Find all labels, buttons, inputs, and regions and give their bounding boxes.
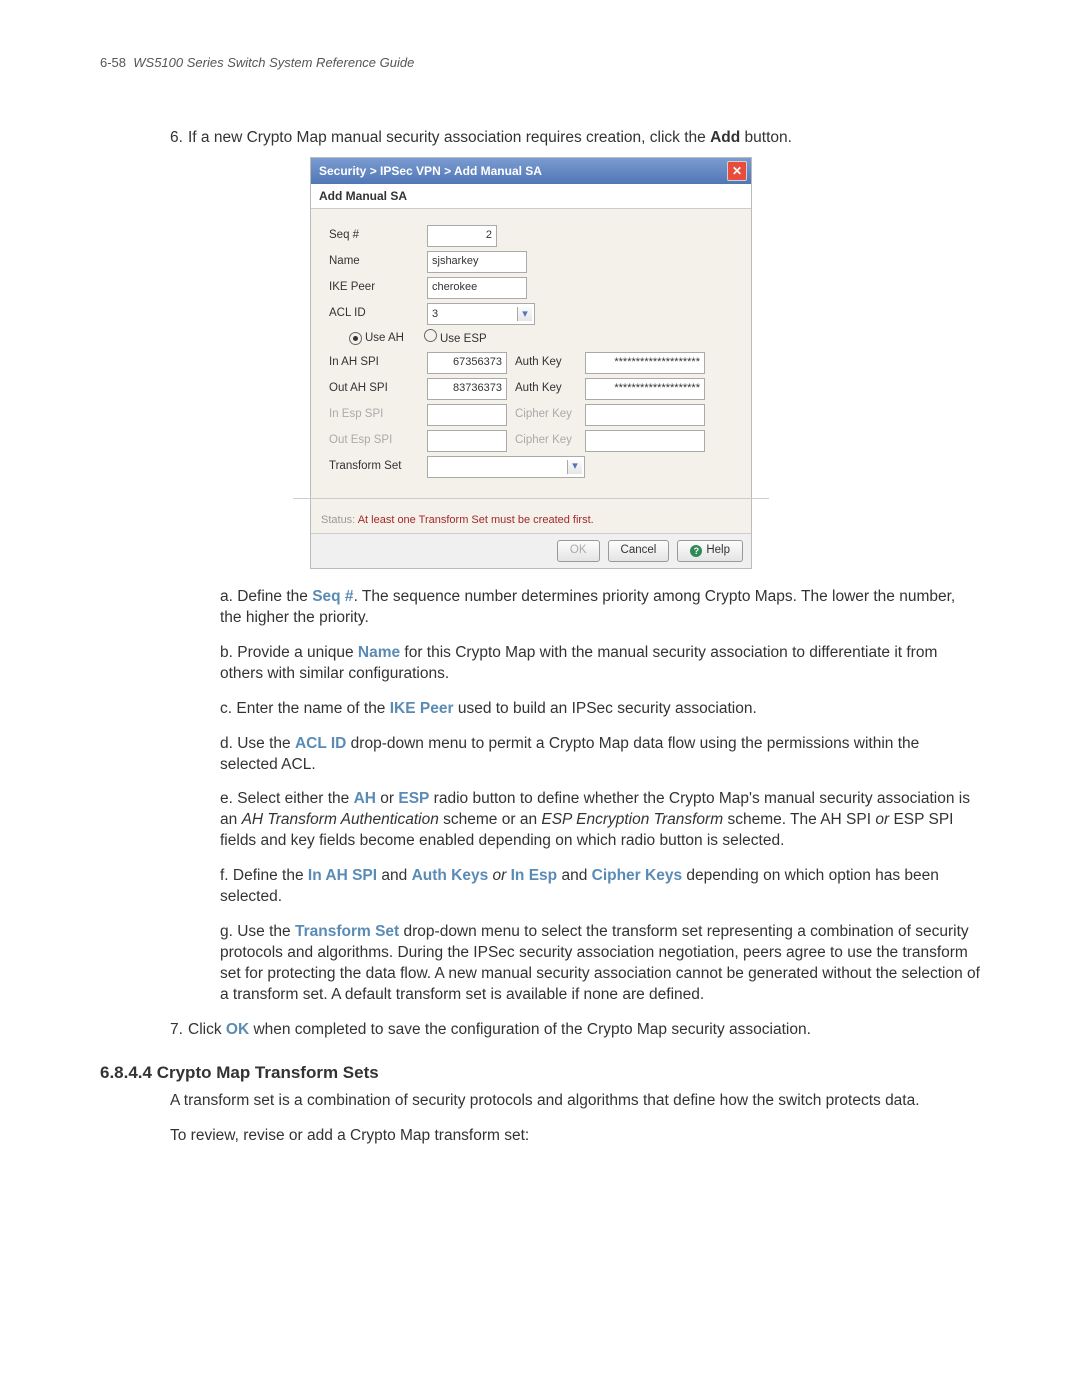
use-ah-radio[interactable]: Use AH	[349, 331, 404, 347]
add-manual-sa-dialog: Security > IPSec VPN > Add Manual SA ✕ A…	[310, 157, 752, 569]
page-number: 6-58	[100, 55, 126, 70]
use-esp-radio[interactable]: Use ESP	[424, 329, 487, 348]
breadcrumb: Security > IPSec VPN > Add Manual SA	[319, 163, 542, 179]
step-6: 6.If a new Crypto Map manual security as…	[170, 128, 980, 1006]
substep-d: d. Use the ACL ID drop-down menu to perm…	[220, 734, 980, 776]
in-esp-spi-label: In Esp SPI	[329, 407, 419, 423]
status-message: Status: At least one Transform Set must …	[311, 507, 751, 534]
dialog-titlebar: Security > IPSec VPN > Add Manual SA ✕	[311, 158, 751, 184]
in-esp-cipher-label: Cipher Key	[515, 407, 577, 423]
ike-peer-input[interactable]: cherokee	[427, 277, 527, 299]
out-ah-authkey-label: Auth Key	[515, 381, 577, 397]
substep-e: e. Select either the AH or ESP radio but…	[220, 789, 980, 852]
substep-c: c. Enter the name of the IKE Peer used t…	[220, 699, 980, 720]
transform-set-label: Transform Set	[329, 459, 419, 475]
out-esp-spi-label: Out Esp SPI	[329, 433, 419, 449]
ok-button[interactable]: OK	[557, 540, 600, 562]
page-header: 6-58 WS5100 Series Switch System Referen…	[100, 55, 980, 70]
substep-b: b. Provide a unique Name for this Crypto…	[220, 643, 980, 685]
close-icon[interactable]: ✕	[727, 161, 747, 181]
section-para-1: A transform set is a combination of secu…	[170, 1091, 980, 1112]
out-ah-authkey-input[interactable]: ********************	[585, 378, 705, 400]
dialog-subtitle: Add Manual SA	[311, 184, 751, 209]
doc-title: WS5100 Series Switch System Reference Gu…	[133, 55, 414, 70]
in-esp-spi-input	[427, 404, 507, 426]
out-ah-spi-label: Out AH SPI	[329, 381, 419, 397]
seq-label: Seq #	[329, 228, 419, 244]
in-ah-spi-label: In AH SPI	[329, 355, 419, 371]
ike-peer-label: IKE Peer	[329, 280, 419, 296]
section-para-2: To review, revise or add a Crypto Map tr…	[170, 1126, 980, 1147]
acl-id-select[interactable]: 3 ▾	[427, 303, 535, 325]
help-button[interactable]: ? Help	[677, 540, 743, 562]
acl-id-label: ACL ID	[329, 306, 419, 322]
name-label: Name	[329, 254, 419, 270]
out-esp-spi-input	[427, 430, 507, 452]
transform-set-select[interactable]: ▾	[427, 456, 585, 478]
cancel-button[interactable]: Cancel	[608, 540, 670, 562]
out-esp-cipher-input	[585, 430, 705, 452]
out-ah-spi-input[interactable]: 83736373	[427, 378, 507, 400]
out-esp-cipher-label: Cipher Key	[515, 433, 577, 449]
section-heading: 6.8.4.4 Crypto Map Transform Sets	[100, 1063, 980, 1083]
in-ah-spi-input[interactable]: 67356373	[427, 352, 507, 374]
substep-f: f. Define the In AH SPI and Auth Keys or…	[220, 866, 980, 908]
substep-a: a. Define the Seq #. The sequence number…	[220, 587, 980, 629]
help-icon: ?	[690, 545, 702, 557]
in-ah-authkey-label: Auth Key	[515, 355, 577, 371]
in-ah-authkey-input[interactable]: ********************	[585, 352, 705, 374]
chevron-down-icon: ▾	[567, 460, 582, 474]
substep-g: g. Use the Transform Set drop-down menu …	[220, 922, 980, 1006]
seq-input[interactable]: 2	[427, 225, 497, 247]
step-7: 7.Click OK when completed to save the co…	[170, 1020, 980, 1041]
chevron-down-icon: ▾	[517, 307, 532, 321]
in-esp-cipher-input	[585, 404, 705, 426]
name-input[interactable]: sjsharkey	[427, 251, 527, 273]
